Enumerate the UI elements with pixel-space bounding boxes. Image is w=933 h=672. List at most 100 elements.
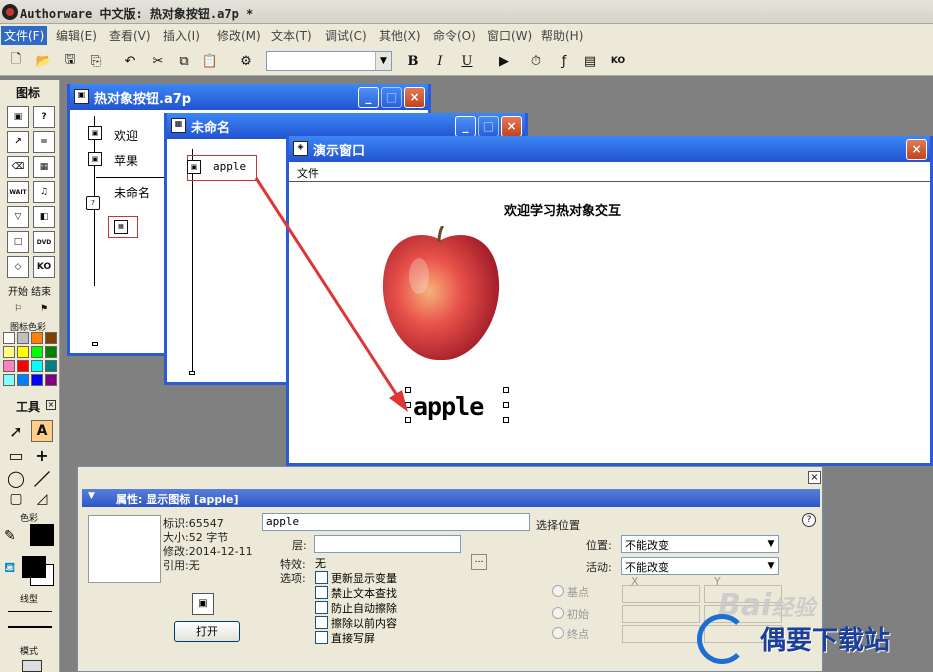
color-swatch[interactable] [45, 360, 57, 372]
navigate-icon[interactable]: ▽ [7, 206, 29, 228]
display-icon[interactable]: ▣ [88, 126, 102, 140]
fill-bucket-icon[interactable]: ⛾ [4, 560, 15, 578]
line-tool-icon[interactable]: ／ [31, 467, 53, 489]
import-icon[interactable]: ⎘ [86, 51, 106, 71]
pen-color-icon[interactable]: ✎ [4, 528, 16, 544]
selection-handle[interactable] [405, 417, 411, 423]
sub-flow-item-apple[interactable]: apple [213, 160, 246, 173]
color-swatch[interactable] [45, 374, 57, 386]
maximize-button[interactable]: □ [478, 116, 499, 137]
option-prevent-auto-erase[interactable]: 防止自动擦除 [315, 600, 397, 616]
close-button[interactable]: × [501, 116, 522, 137]
active-select[interactable]: 不能改变 ▼ [621, 557, 779, 575]
radio-end-point[interactable]: 终点 [552, 626, 589, 642]
interaction-icon[interactable]: ? [86, 196, 100, 210]
decision-icon[interactable]: ◇ [7, 256, 29, 278]
cut-icon[interactable]: ✂ [148, 51, 168, 71]
flow-item-apple[interactable]: 苹果 [114, 152, 138, 169]
new-file-icon[interactable]: 🗋 [6, 51, 26, 71]
underline-button[interactable]: U [457, 51, 477, 71]
color-swatch[interactable] [17, 346, 29, 358]
display-icon[interactable]: ▣ [7, 106, 29, 128]
open-folder-icon[interactable]: 📂 [34, 51, 54, 71]
close-icon[interactable]: × [46, 400, 56, 410]
start-flag-icon[interactable]: ⚐ [7, 298, 29, 320]
interaction-icon[interactable]: ? [33, 106, 55, 128]
italic-button[interactable]: I [430, 51, 450, 71]
presentation-menu-file[interactable]: 文件 [297, 167, 319, 180]
radio-base-point[interactable]: 基点 [552, 584, 589, 600]
ko-icon[interactable]: KO [33, 256, 55, 278]
close-button[interactable]: × [906, 139, 927, 160]
map-icon[interactable]: ▦ [114, 220, 128, 234]
dvd-icon[interactable]: DVD [33, 231, 55, 253]
end-flag-icon[interactable]: ⚑ [33, 298, 55, 320]
selection-handle[interactable] [405, 402, 411, 408]
flow-item-welcome[interactable]: 欢迎 [114, 127, 138, 144]
framework-icon[interactable]: □ [7, 231, 29, 253]
line-style-thin[interactable] [8, 611, 52, 612]
control-panel-icon[interactable]: ⏱ [526, 51, 546, 71]
menu-modify[interactable]: 修改(M) [217, 27, 261, 44]
flow-item-unnamed[interactable]: 未命名 [114, 184, 150, 201]
radio-initial[interactable]: 初始 [552, 606, 589, 622]
position-select[interactable]: 不能改变 ▼ [621, 535, 779, 553]
digital-movie-icon[interactable]: ▦ [33, 156, 55, 178]
chevron-down-icon[interactable]: ▼ [375, 52, 391, 70]
stroke-color-swatch[interactable] [30, 524, 54, 546]
ellipse-tool-icon[interactable]: ◯ [5, 467, 27, 489]
option-erase-previous[interactable]: 擦除以前内容 [315, 615, 397, 631]
function-icon[interactable]: ƒ [554, 51, 574, 71]
display-icon[interactable]: ▣ [88, 152, 102, 166]
help-icon[interactable]: ? [802, 513, 816, 527]
color-swatch[interactable] [45, 346, 57, 358]
paste-icon[interactable]: 📋 [200, 51, 220, 71]
video-icon[interactable]: ◧ [33, 206, 55, 228]
rectangle-tool-icon[interactable]: ▭ [5, 444, 27, 466]
mode-opaque-icon[interactable] [22, 660, 42, 672]
color-swatch[interactable] [17, 374, 29, 386]
variable-icon[interactable]: ▤ [580, 51, 600, 71]
menu-text[interactable]: 文本(T) [271, 27, 312, 44]
chevron-down-icon[interactable]: ▼ [764, 558, 778, 574]
erase-icon[interactable]: ⌫ [7, 156, 29, 178]
open-button[interactable]: 打开 [174, 621, 240, 642]
save-all-icon[interactable]: 🖫 [60, 51, 80, 71]
menu-command[interactable]: 命令(O) [433, 27, 476, 44]
collapse-arrow-icon[interactable]: ▼ [88, 491, 95, 501]
color-swatch[interactable] [45, 332, 57, 344]
text-tool-icon[interactable]: A [31, 420, 53, 442]
color-swatch[interactable] [31, 346, 43, 358]
font-select[interactable]: ▼ [266, 51, 392, 71]
menu-edit[interactable]: 编辑(E) [56, 27, 97, 44]
option-direct-to-screen[interactable]: 直接写屏 [315, 630, 375, 646]
color-swatch[interactable] [3, 332, 15, 344]
menu-help[interactable]: 帮助(H) [541, 27, 583, 44]
knowledge-object-icon[interactable]: KO [608, 51, 628, 71]
color-swatch[interactable] [17, 360, 29, 372]
fill-foreground-swatch[interactable] [22, 556, 46, 578]
undo-icon[interactable]: ↶ [120, 51, 140, 71]
menu-other[interactable]: 其他(X) [379, 27, 421, 44]
selection-handle[interactable] [405, 387, 411, 393]
minimize-button[interactable]: _ [455, 116, 476, 137]
close-button[interactable]: × [404, 87, 425, 108]
minimize-button[interactable]: _ [358, 87, 379, 108]
wait-icon[interactable]: WAIT [7, 181, 29, 203]
color-swatch[interactable] [3, 360, 15, 372]
color-swatch[interactable] [3, 374, 15, 386]
motion-icon[interactable]: ↗ [7, 131, 29, 153]
icon-name-field[interactable]: apple [262, 513, 530, 531]
selection-handle[interactable] [503, 387, 509, 393]
chevron-down-icon[interactable]: ▼ [764, 536, 778, 552]
selection-handle[interactable] [503, 402, 509, 408]
option-update-vars[interactable]: 更新显示变量 [315, 570, 397, 586]
maximize-button[interactable]: □ [381, 87, 402, 108]
layer-field[interactable] [314, 535, 461, 553]
display-icon[interactable]: ▣ [187, 160, 201, 174]
color-swatch[interactable] [31, 332, 43, 344]
find-icon[interactable]: ⚙ [236, 51, 256, 71]
color-swatch[interactable] [31, 360, 43, 372]
apple-text-object[interactable]: apple [413, 392, 484, 421]
rounded-rect-tool-icon[interactable]: ▢ [5, 488, 27, 510]
